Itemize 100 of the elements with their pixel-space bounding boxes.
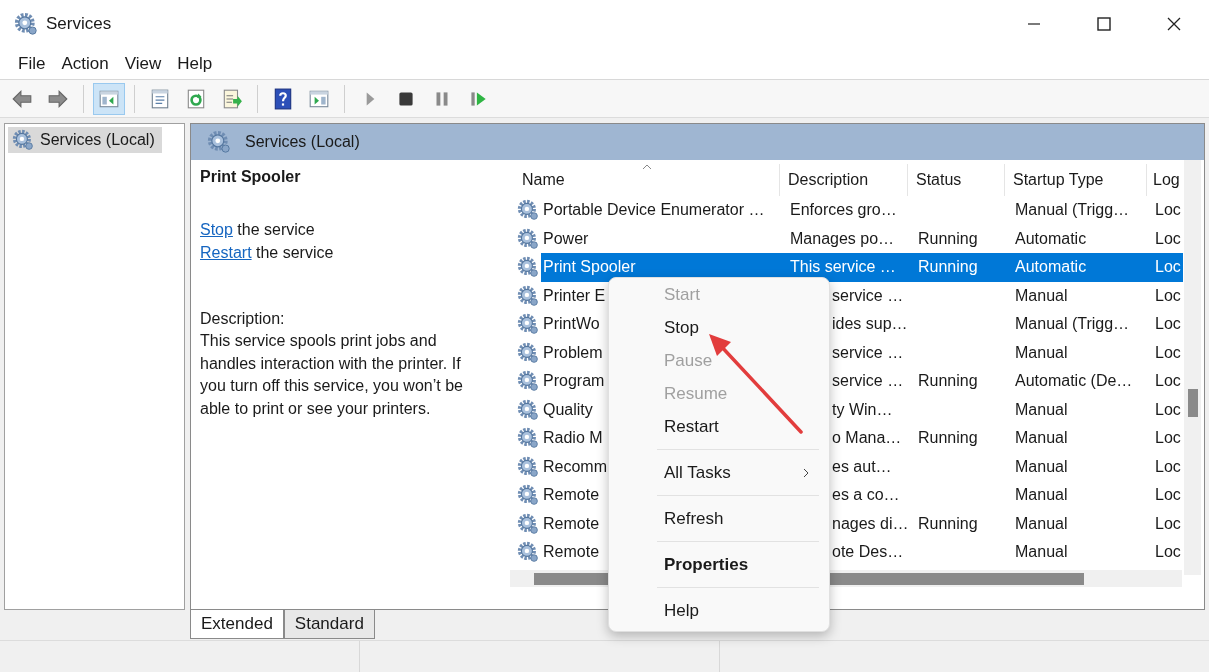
table-cell: Loc <box>1155 543 1181 562</box>
service-title: Print Spooler <box>200 168 302 187</box>
table-cell: Manual <box>1015 400 1068 419</box>
table-cell: Running <box>918 229 978 248</box>
table-cell: ides sup… <box>832 315 908 334</box>
table-cell: ty Win… <box>832 400 893 419</box>
export-icon <box>221 87 243 110</box>
table-cell: Print Spooler <box>543 258 636 277</box>
menu-item[interactable]: All Tasks <box>609 456 829 489</box>
table-cell: Enforces gro… <box>790 201 897 220</box>
table-cell: Manual <box>1015 486 1068 505</box>
table-cell: Loc <box>1155 514 1181 533</box>
table-cell: nages di… <box>832 514 909 533</box>
column-header[interactable]: Status <box>908 164 1005 196</box>
table-cell: This service … <box>790 258 896 277</box>
table-cell: Loc <box>1155 315 1181 334</box>
gear-icon <box>517 398 539 421</box>
column-header[interactable]: Description <box>780 164 908 196</box>
menu-item[interactable]: Restart <box>609 410 829 443</box>
menu-item[interactable]: Stop <box>609 311 829 344</box>
table-cell: Portable Device Enumerator … <box>543 201 765 220</box>
description-label: Description: <box>200 309 286 329</box>
action-text: the service <box>255 244 334 261</box>
action-link[interactable]: Stop <box>200 221 233 238</box>
table-cell: Running <box>918 372 978 391</box>
view-tab[interactable]: Standard <box>283 610 375 639</box>
gear-icon <box>517 256 539 279</box>
refresh-icon <box>185 87 207 110</box>
column-header[interactable]: Log <box>1147 164 1183 196</box>
menu-item[interactable]: Refresh <box>609 502 829 535</box>
gear-icon <box>517 427 539 450</box>
table-cell: Problem <box>543 343 603 362</box>
table-cell: Automatic <box>1015 258 1087 277</box>
table-cell: Manual <box>1015 543 1068 562</box>
table-cell: Printer E <box>543 286 606 305</box>
selected-row-highlight[interactable]: Print Spooler This service … Running Automatic Loc <box>541 253 1183 282</box>
table-cell: Manual (Trigg… <box>1015 201 1130 220</box>
forward-arrow-icon <box>47 87 69 110</box>
table-cell: Manages po… <box>790 229 895 248</box>
table-cell: Loc <box>1155 429 1181 448</box>
gear-icon <box>517 284 539 307</box>
action-text: the service <box>236 221 315 238</box>
scrollbar-thumb[interactable] <box>1188 389 1198 417</box>
table-cell: Loc <box>1155 229 1181 248</box>
table-cell: Manual <box>1015 514 1068 533</box>
table-cell: Loc <box>1155 372 1181 391</box>
table-cell: Loc <box>1155 400 1181 419</box>
tree-item[interactable]: Services (Local) <box>8 127 162 153</box>
menu-item[interactable]: Action <box>53 53 117 74</box>
table-cell: ote Des… <box>832 543 904 562</box>
window-title: Services <box>46 14 112 34</box>
table-cell: Remote <box>543 514 600 533</box>
table-cell: Power <box>543 229 589 248</box>
table-cell: Recomm <box>543 457 607 476</box>
table-cell: Automatic (De… <box>1015 372 1133 391</box>
table-cell: Manual <box>1015 429 1068 448</box>
table-cell: Loc <box>1155 343 1181 362</box>
table-cell: o Mana… <box>832 429 902 448</box>
table-cell: Running <box>918 258 978 277</box>
help-icon <box>272 87 294 110</box>
table-cell: Manual <box>1015 457 1068 476</box>
gear-icon <box>12 129 34 151</box>
table-cell: Loc <box>1155 286 1181 305</box>
description-text: This service spools print jobs and handles interaction with the printer. If you turn off this service, you won’t be able to print or see your printers. <box>200 331 464 419</box>
table-cell: Loc <box>1155 258 1181 277</box>
menu-item[interactable]: File <box>10 53 54 74</box>
table-cell: Running <box>918 429 978 448</box>
menu-item[interactable]: Properties <box>609 548 829 581</box>
table-cell: Radio M <box>543 429 603 448</box>
table-cell: Program <box>543 372 605 391</box>
gear-icon <box>517 370 539 393</box>
table-cell: Remote <box>543 543 600 562</box>
gear-icon <box>517 227 539 250</box>
gear-icon <box>517 455 539 478</box>
menu-item[interactable]: Help <box>609 594 829 627</box>
gear-icon <box>517 541 539 564</box>
table-cell: Remote <box>543 486 600 505</box>
table-cell: service … <box>832 286 904 305</box>
table-cell: PrintWo <box>543 315 600 334</box>
column-header[interactable]: Startup Type <box>1005 164 1147 196</box>
gear-icon <box>14 12 38 36</box>
table-cell: Running <box>918 514 978 533</box>
vertical-scrollbar[interactable] <box>1184 160 1201 575</box>
table-cell: Manual <box>1015 343 1068 362</box>
table-cell: Loc <box>1155 201 1181 220</box>
gear-icon <box>207 130 231 154</box>
table-cell: Loc <box>1155 457 1181 476</box>
table-cell: Quality <box>543 400 593 419</box>
gear-icon <box>517 512 539 535</box>
action-link[interactable]: Restart <box>200 244 252 261</box>
menu-item[interactable]: Help <box>169 53 221 74</box>
properties-icon <box>149 87 171 110</box>
gear-icon <box>517 484 539 507</box>
view-tab[interactable]: Extended <box>190 610 284 639</box>
menu-item[interactable]: View <box>116 53 170 74</box>
gear-icon <box>517 199 539 222</box>
table-cell: Manual <box>1015 286 1068 305</box>
gear-icon <box>517 341 539 364</box>
table-cell: Manual (Trigg… <box>1015 315 1130 334</box>
column-header[interactable]: Name <box>514 164 780 196</box>
